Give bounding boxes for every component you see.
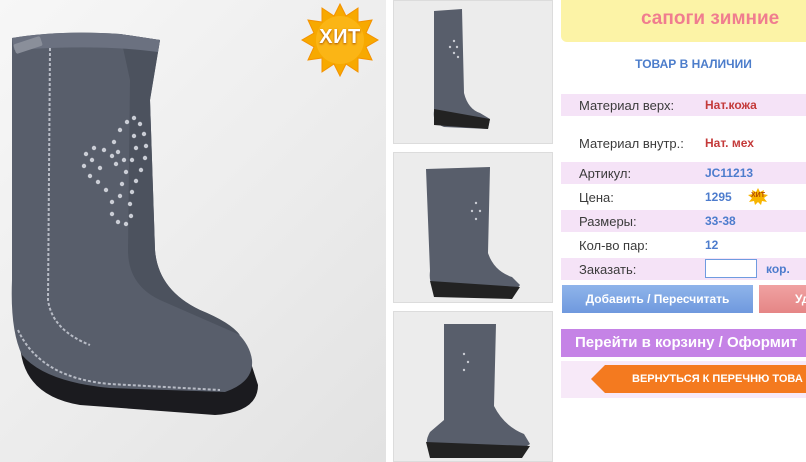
spec-row-order: Заказать: кор. bbox=[561, 258, 806, 280]
spec-row-material-top: Материал верх: Нат.кожа bbox=[561, 94, 806, 116]
spec-label: Цена: bbox=[579, 190, 614, 205]
spec-label: Кол-во пар: bbox=[579, 238, 649, 253]
back-to-list-button[interactable]: ВЕРНУТЬСЯ К ПЕРЕЧНЮ ТОВА bbox=[591, 365, 806, 393]
spec-label: Материал верх: bbox=[579, 98, 675, 113]
hit-badge: ХИТ bbox=[300, 0, 380, 80]
boot-thumbnail-profile bbox=[394, 312, 552, 461]
spec-row-material-inner: Материал внутр.: Нат. мех bbox=[561, 132, 806, 154]
thumbnail-3[interactable] bbox=[393, 311, 553, 462]
spec-value: 33-38 bbox=[705, 214, 736, 228]
add-recalculate-button[interactable]: Добавить / Пересчитать bbox=[562, 285, 753, 313]
spec-label: Заказать: bbox=[579, 262, 637, 277]
main-product-photo[interactable]: ХИТ bbox=[0, 0, 386, 462]
thumbnail-1[interactable] bbox=[393, 0, 553, 144]
price-hit-badge: ХИТ bbox=[747, 188, 769, 206]
spec-row-pairs: Кол-во пар: 12 bbox=[561, 234, 806, 256]
spec-label: Артикул: bbox=[579, 166, 632, 181]
spec-value: Нат.кожа bbox=[705, 98, 757, 112]
product-page: ХИТ сапоги зимние ТОВАР В НАЛИЧИИ Матери… bbox=[0, 0, 806, 462]
order-quantity-input[interactable] bbox=[705, 259, 757, 278]
spec-row-sizes: Размеры: 33-38 bbox=[561, 210, 806, 232]
spec-value: Нат. мех bbox=[705, 136, 754, 150]
spec-label: Материал внутр.: bbox=[579, 136, 684, 151]
product-info-panel: сапоги зимние ТОВАР В НАЛИЧИИ Материал в… bbox=[561, 0, 806, 462]
spec-row-price: Цена: 1295 ХИТ bbox=[561, 186, 806, 208]
delete-button[interactable]: Уд bbox=[759, 285, 806, 313]
thumbnail-2[interactable] bbox=[393, 152, 553, 303]
spec-row-article: Артикул: JC11213 bbox=[561, 162, 806, 184]
boot-thumbnail-side bbox=[394, 153, 552, 302]
hit-badge-label: ХИТ bbox=[319, 26, 361, 48]
back-to-list-label: ВЕРНУТЬСЯ К ПЕРЕЧНЮ ТОВА bbox=[632, 373, 803, 385]
spec-value: 12 bbox=[705, 238, 719, 252]
spec-label: Размеры: bbox=[579, 214, 637, 229]
product-title: сапоги зимние bbox=[641, 8, 780, 29]
back-section: ВЕРНУТЬСЯ К ПЕРЕЧНЮ ТОВА bbox=[561, 361, 806, 398]
order-unit-label: кор. bbox=[766, 262, 790, 276]
go-to-cart-button[interactable]: Перейти в корзину / Оформит bbox=[561, 329, 806, 357]
product-title-bar: сапоги зимние bbox=[561, 0, 806, 42]
boot-thumbnail-front bbox=[394, 1, 552, 143]
stock-status: ТОВАР В НАЛИЧИИ bbox=[635, 57, 752, 71]
price-value: 1295 bbox=[705, 190, 732, 204]
price-hit-label: ХИТ bbox=[751, 192, 765, 199]
spec-value: JC11213 bbox=[705, 166, 754, 180]
